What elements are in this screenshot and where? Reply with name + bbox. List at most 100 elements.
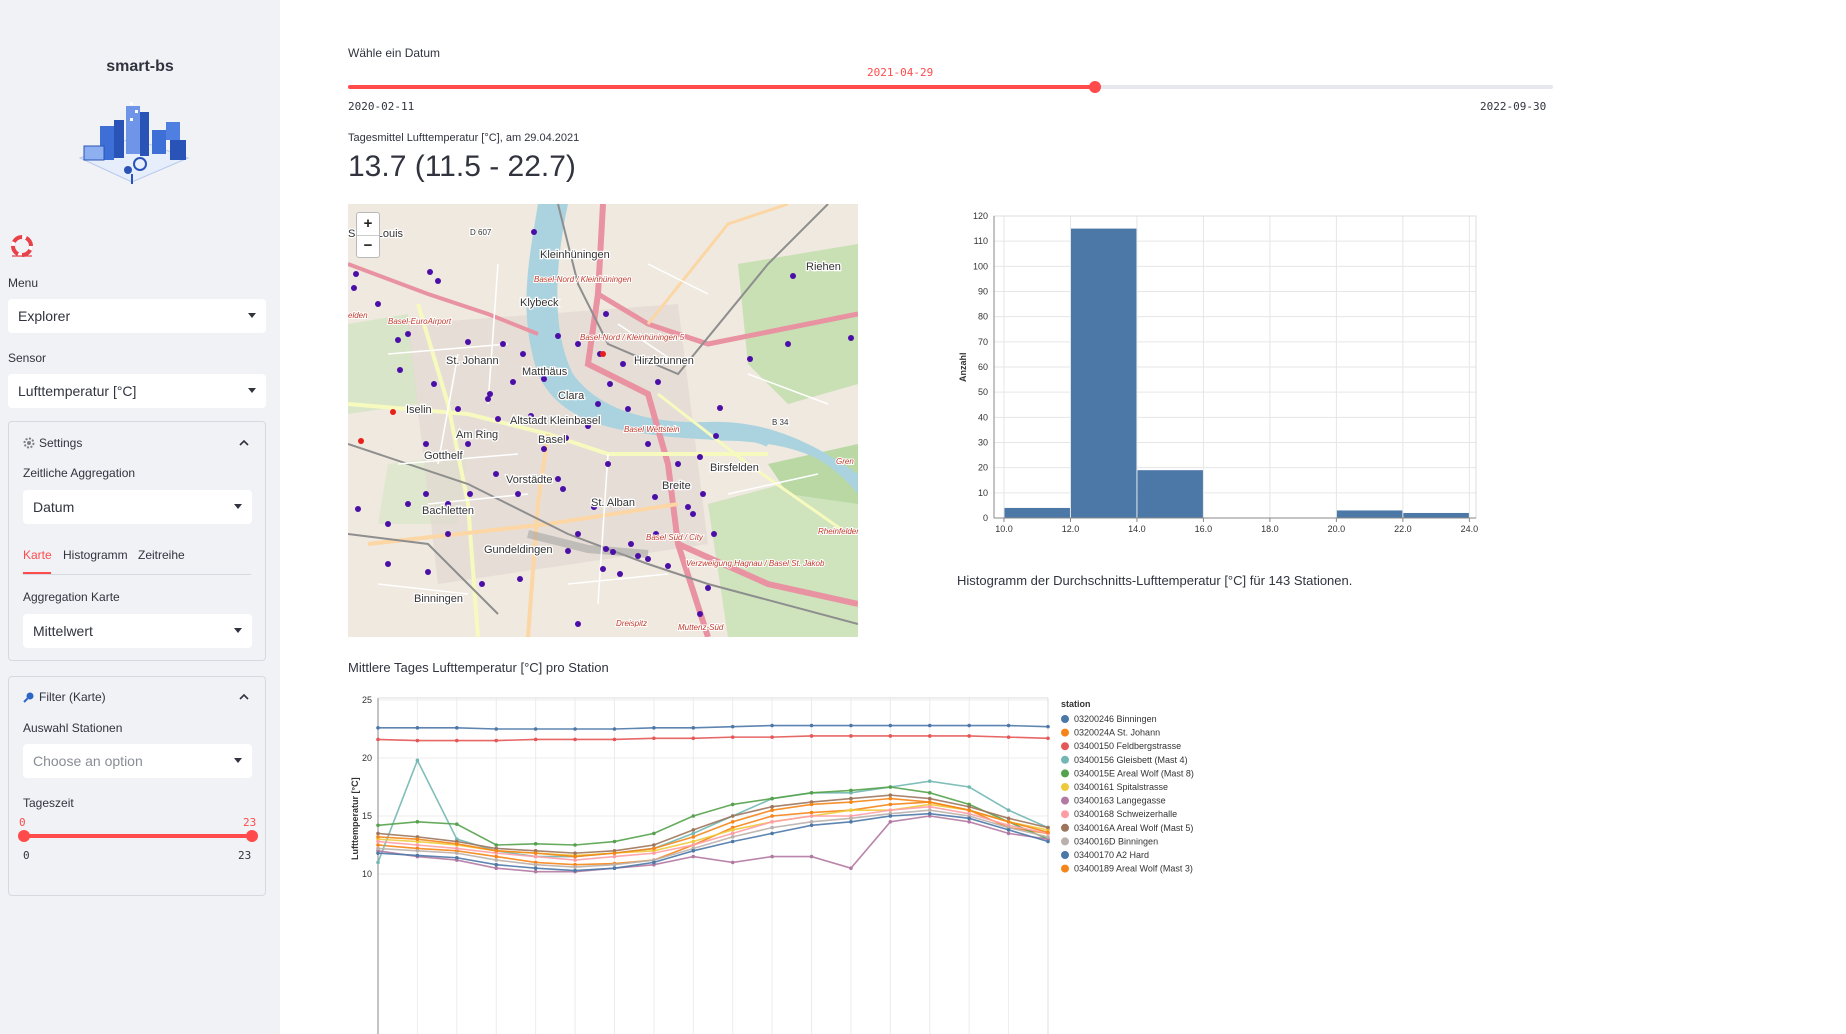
zoom-in-button[interactable]: + [357, 213, 379, 236]
map-zoom-control: + − [356, 212, 380, 258]
chevron-up-icon[interactable] [239, 692, 249, 702]
line-series-point [849, 723, 853, 728]
line-series-point [494, 854, 499, 859]
map-place-label: B 34 [772, 418, 789, 427]
legend-label: 03400163 Langegasse [1074, 796, 1166, 806]
map-place-label: Am Ring [456, 429, 498, 441]
line-series-point [494, 849, 499, 853]
line-series-point [612, 727, 617, 731]
map-station-dot [455, 406, 461, 412]
chevron-down-icon [234, 628, 242, 633]
map-place-label: St. Alban [591, 497, 635, 509]
legend-symbol [1061, 851, 1069, 859]
map-station-dot [690, 511, 696, 517]
line-series-point [967, 808, 971, 812]
map-station-dot [515, 491, 521, 497]
menu-select[interactable]: Explorer [8, 299, 266, 333]
legend-label: 0320024A St. Johann [1074, 728, 1160, 738]
map-station-dot [635, 553, 641, 559]
line-series [377, 735, 1049, 742]
map-rail-label: Gren [836, 457, 854, 466]
line-series-point [573, 865, 577, 869]
line-series-point [809, 791, 814, 795]
chevron-up-icon[interactable] [239, 438, 249, 448]
line-series-point [967, 816, 971, 821]
line-series-point [888, 723, 893, 728]
line-series-point [691, 828, 696, 832]
date-slider-track[interactable] [348, 85, 1553, 89]
menu-label: Menu [8, 276, 39, 290]
histogram-x-tick: 14.0 [1128, 524, 1146, 534]
line-chart-y-tick: 20 [362, 753, 372, 763]
line-series-point [770, 820, 774, 824]
line-series-point [533, 737, 538, 742]
map-station-dot [747, 356, 753, 362]
aggregation-select[interactable]: Datum [23, 490, 252, 524]
line-series-point [809, 814, 814, 818]
map-station-dot [423, 491, 429, 497]
station-map[interactable]: Saint-LouisKleinhüningenKlybeckRiehenSt.… [348, 204, 858, 637]
tab-karte[interactable]: Karte [23, 548, 52, 562]
map-canvas[interactable]: Saint-LouisKleinhüningenKlybeckRiehenSt.… [348, 204, 858, 637]
map-station-dot [603, 546, 609, 552]
line-chart: 10 15 20 25 Lufttemperatur [°C] station 032002… [350, 695, 1194, 1034]
line-series-point [455, 851, 459, 855]
line-series-point [415, 726, 420, 730]
line-series-point [455, 846, 459, 851]
settings-expander-header[interactable]: Settings [23, 436, 82, 450]
map-aggregation-select[interactable]: Mittelwert [23, 614, 252, 648]
histogram-y-label: Anzahl [958, 352, 968, 382]
map-place-label: Matthäus [522, 366, 568, 378]
line-series-point [1046, 825, 1050, 830]
daytime-slider-track[interactable] [23, 834, 252, 838]
line-series-point [533, 727, 538, 731]
tab-zeitreihe[interactable]: Zeitreihe [138, 548, 185, 562]
line-series-point [888, 814, 893, 818]
date-slider-handle[interactable] [1089, 81, 1102, 93]
map-station-dot [465, 339, 471, 345]
legend-symbol [1061, 783, 1069, 791]
line-series [377, 801, 1049, 866]
line-series-point [415, 758, 420, 763]
zoom-out-button[interactable]: − [357, 235, 379, 257]
map-place-label: Bachletten [422, 505, 474, 517]
map-station-dot [697, 611, 703, 617]
line-series-point [809, 810, 814, 815]
map-station-dot [600, 566, 606, 572]
map-station-dot [431, 381, 437, 387]
map-station-dot [713, 433, 719, 439]
map-place-label: Gotthelf [424, 450, 463, 462]
settings-tabs: Karte Histogramm Zeitreihe [23, 548, 251, 575]
stations-multiselect[interactable]: Choose an option [23, 744, 252, 778]
histogram-x-tick: 20.0 [1328, 524, 1346, 534]
chevron-down-icon [248, 313, 256, 318]
line-series-point [770, 804, 774, 809]
line-series-point [415, 837, 420, 841]
line-series-point [533, 851, 538, 855]
line-series-point [849, 734, 853, 738]
filter-expander-header[interactable]: Filter (Karte) [23, 690, 106, 704]
line-series-point [415, 853, 420, 858]
map-station-dot [848, 335, 854, 341]
line-series-point [927, 804, 932, 809]
line-series-point [691, 849, 696, 853]
histogram-bar [1070, 228, 1137, 519]
map-rail-label: Basel Wettstein [624, 425, 680, 434]
legend-symbol [1061, 837, 1069, 846]
histogram-x-tick: 12.0 [1062, 524, 1080, 534]
line-series-point [376, 843, 380, 847]
map-station-dot [625, 406, 631, 412]
sensor-select[interactable]: Lufttemperatur [°C] [8, 374, 266, 408]
line-series-point [533, 866, 538, 870]
line-series-point [652, 843, 656, 847]
map-station-dot [717, 405, 723, 411]
date-slider-value: 2021-04-29 [867, 66, 934, 79]
sensor-select-value: Lufttemperatur [°C] [18, 383, 137, 399]
tab-histogramm[interactable]: Histogramm [63, 548, 128, 562]
lifebuoy-icon[interactable] [10, 234, 34, 258]
daytime-slider-low-handle[interactable] [18, 830, 30, 842]
line-series-point [849, 788, 853, 793]
map-station-dot [517, 576, 523, 582]
map-station-dot [427, 269, 433, 275]
daytime-slider-high-handle[interactable] [246, 830, 258, 842]
